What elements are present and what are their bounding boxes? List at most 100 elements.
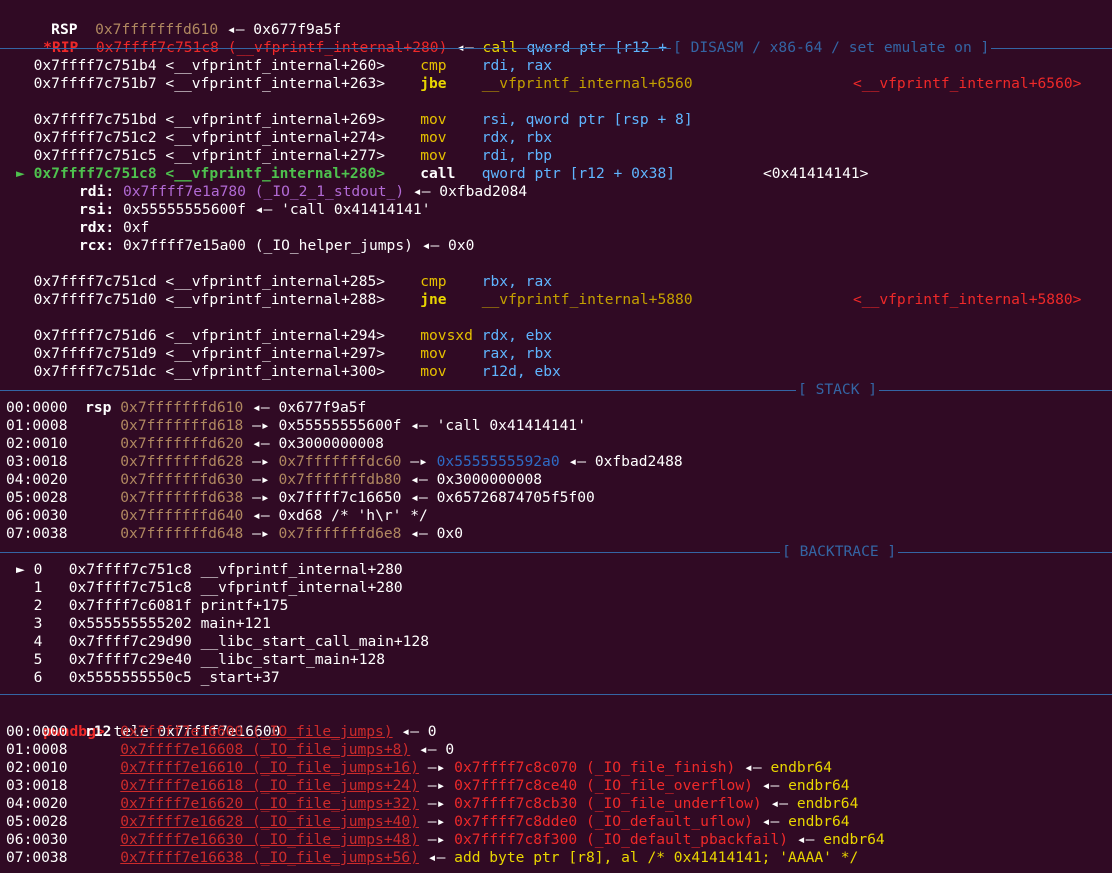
stack-value: 0x677f9a5f — [278, 399, 367, 416]
terminal-window[interactable]: RSP 0x7fffffffd610 ◂— 0x677f9a5f *RIP 0x… — [0, 0, 1112, 873]
current-instr-marker-icon — [16, 75, 25, 92]
tele-value: 0 — [427, 723, 437, 740]
tele-row[interactable]: 03:0018 0x7ffff7e16618 (_IO_file_jumps+2… — [6, 777, 850, 795]
arg-register: rdx: — [79, 219, 115, 236]
stack-value: 0xd68 /* 'h\r' */ — [278, 507, 428, 524]
stack-row[interactable]: 07:0038│ 0x7fffffffd648 —▸ 0x7fffffffd6e… — [6, 525, 463, 543]
stack-row[interactable]: 04:0020│ 0x7fffffffd630 —▸ 0x7fffffffdb8… — [6, 471, 542, 489]
stack-deref-value: 0x65726874705f5f00 — [436, 489, 595, 506]
arrow-icon: —▸ — [252, 417, 270, 434]
current-instr-marker-icon — [16, 111, 25, 128]
disasm-line[interactable]: 0x7ffff7c751b7 <__vfprintf_internal+263>… — [16, 75, 1082, 93]
arrow-icon: ◂— — [761, 777, 780, 794]
tele-deref-value: endbr64 — [770, 759, 833, 776]
frame-marker-icon — [16, 579, 25, 596]
arrow-icon: ◂— — [252, 507, 270, 524]
stack-register — [85, 489, 111, 506]
stack-row[interactable]: 03:0018│ 0x7fffffffd628 —▸ 0x7fffffffdc6… — [6, 453, 683, 471]
backtrace-frame[interactable]: 4 0x7ffff7c29d90 __libc_start_call_main+… — [16, 633, 429, 651]
disasm-line[interactable]: ► 0x7ffff7c751c8 <__vfprintf_internal+28… — [16, 165, 868, 183]
frame-symbol: __libc_start_call_main+128 — [200, 633, 430, 650]
tele-address: 0x7ffff7e16628 (_IO_file_jumps+40) — [120, 813, 419, 830]
stack-deref-value: 0x0 — [436, 525, 463, 542]
stack-row[interactable]: 05:0028│ 0x7fffffffd638 —▸ 0x7ffff7c1665… — [6, 489, 595, 507]
register-rsp-line: RSP 0x7fffffffd610 ◂— 0x677f9a5f — [16, 3, 341, 38]
disasm-line[interactable]: 0x7ffff7c751dc <__vfprintf_internal+300>… — [16, 363, 561, 381]
stack-row[interactable]: 02:0010│ 0x7fffffffd620 ◂— 0x3000000008 — [6, 435, 384, 453]
stack-deref-value: 0xfbad2488 — [594, 453, 683, 470]
disasm-line[interactable]: 0x7ffff7c751d9 <__vfprintf_internal+297>… — [16, 345, 552, 363]
tele-index: 00:0000 — [6, 723, 68, 740]
arg-value: 0x7ffff7e1a780 (_IO_2_1_stdout_) — [122, 183, 405, 200]
backtrace-frame[interactable]: 6 0x5555555550c5 _start+37 — [16, 669, 280, 687]
disasm-line[interactable]: 0x7ffff7c751cd <__vfprintf_internal+285>… — [16, 273, 552, 291]
frame-marker-icon: ► — [16, 561, 25, 578]
tele-row[interactable]: 05:0028 0x7ffff7e16628 (_IO_file_jumps+4… — [6, 813, 850, 831]
tele-row[interactable]: 02:0010 0x7ffff7e16610 (_IO_file_jumps+1… — [6, 759, 832, 777]
frame-symbol: __libc_start_main+128 — [200, 651, 386, 668]
backtrace-frame[interactable]: 5 0x7ffff7c29e40 __libc_start_main+128 — [16, 651, 385, 669]
arrow-icon: ◂— — [427, 849, 446, 866]
separator-line — [0, 552, 1112, 553]
command-line[interactable]: pwndbg> tele 0x7ffff7e16600 — [8, 705, 280, 740]
disasm-line[interactable]: 0x7ffff7c751c5 <__vfprintf_internal+277>… — [16, 147, 552, 165]
tele-value: add byte ptr [r8], al /* 0x41414141; 'AA… — [454, 849, 859, 866]
tele-index: 02:0010 — [6, 759, 68, 776]
tele-value: 0x7ffff7c8ce40 (_IO_file_overflow) — [454, 777, 753, 794]
arg-register: rsi: — [79, 201, 115, 218]
arrow-icon: —▸ — [427, 831, 446, 848]
disasm-line[interactable]: 0x7ffff7c751d0 <__vfprintf_internal+288>… — [16, 291, 1082, 309]
backtrace-frame[interactable]: 2 0x7ffff7c6081f printf+175 — [16, 597, 289, 615]
disasm-line[interactable]: 0x7ffff7c751d6 <__vfprintf_internal+294>… — [16, 327, 552, 345]
tele-row[interactable]: 01:0008 0x7ffff7e16608 (_IO_file_jumps+8… — [6, 741, 454, 759]
stack-register — [85, 525, 111, 542]
stack-register — [85, 435, 111, 452]
current-instr-marker-icon — [16, 327, 25, 344]
backtrace-frame[interactable]: 1 0x7ffff7c751c8 __vfprintf_internal+280 — [16, 579, 403, 597]
arrow-icon: ◂— — [796, 831, 815, 848]
register-rip-line: *RIP 0x7ffff7c751c8 (__vfprintf_internal… — [8, 21, 720, 56]
instr-mnemonic: call — [420, 165, 456, 182]
instr-address: 0x7ffff7c751cd — [33, 273, 157, 290]
backtrace-frame[interactable]: 3 0x555555555202 main+121 — [16, 615, 271, 633]
frame-symbol: __vfprintf_internal+280 — [200, 579, 403, 596]
frame-marker-icon — [16, 651, 25, 668]
instr-symbol: <__vfprintf_internal+294> — [165, 327, 386, 344]
disasm-line[interactable]: 0x7ffff7c751bd <__vfprintf_internal+269>… — [16, 111, 693, 129]
tele-deref-value: endbr64 — [796, 795, 859, 812]
frame-symbol: printf+175 — [200, 597, 289, 614]
arrow-icon: —▸ — [427, 795, 446, 812]
instr-mnemonic: mov — [420, 111, 447, 128]
disasm-line[interactable]: 0x7ffff7c751c2 <__vfprintf_internal+274>… — [16, 129, 552, 147]
instr-operands: rdx, ebx — [481, 327, 553, 344]
backtrace-frame[interactable]: ► 0 0x7ffff7c751c8 __vfprintf_internal+2… — [16, 561, 403, 579]
disasm-line[interactable]: 0x7ffff7c751b4 <__vfprintf_internal+260>… — [16, 57, 552, 75]
stack-row[interactable]: 01:0008│ 0x7fffffffd618 —▸ 0x55555555600… — [6, 417, 586, 435]
instr-address: 0x7ffff7c751c8 — [33, 165, 157, 182]
stack-row[interactable]: 00:0000│ rsp 0x7fffffffd610 ◂— 0x677f9a5… — [6, 399, 366, 417]
instr-address: 0x7ffff7c751d9 — [33, 345, 157, 362]
instr-mnemonic: movsxd — [420, 327, 473, 344]
stack-register — [85, 453, 111, 470]
arrow-icon: —▸ — [252, 525, 270, 542]
arrow-icon: —▸ — [427, 813, 446, 830]
arg-deref: ◂— 'call 0x41414141' — [254, 201, 431, 218]
tele-row[interactable]: 04:0020 0x7ffff7e16620 (_IO_file_jumps+3… — [6, 795, 858, 813]
instr-operands: __vfprintf_internal+5880 — [481, 291, 693, 308]
instr-address: 0x7ffff7c751b4 — [33, 57, 157, 74]
instr-address: 0x7ffff7c751d6 — [33, 327, 157, 344]
instr-operands: r12d, ebx — [481, 363, 561, 380]
tele-value: 0 — [445, 741, 455, 758]
stack-index: 06:0030 — [6, 507, 68, 524]
arrow-icon: ◂— — [401, 723, 419, 740]
tele-register — [85, 831, 111, 848]
stack-row[interactable]: 06:0030│ 0x7fffffffd640 ◂— 0xd68 /* 'h\r… — [6, 507, 428, 525]
tele-row[interactable]: 00:0000 r12 0x7ffff7e16600 (_IO_file_jum… — [6, 723, 437, 741]
instr-mnemonic: jbe — [420, 75, 447, 92]
tele-address: 0x7ffff7e16610 (_IO_file_jumps+16) — [120, 759, 419, 776]
tele-row[interactable]: 07:0038 0x7ffff7e16638 (_IO_file_jumps+5… — [6, 849, 858, 867]
frame-address: 0x7ffff7c29e40 — [68, 651, 192, 668]
stack-address: 0x7fffffffd648 — [120, 525, 244, 542]
stack-register: rsp — [85, 399, 112, 416]
tele-row[interactable]: 06:0030 0x7ffff7e16630 (_IO_file_jumps+4… — [6, 831, 885, 849]
